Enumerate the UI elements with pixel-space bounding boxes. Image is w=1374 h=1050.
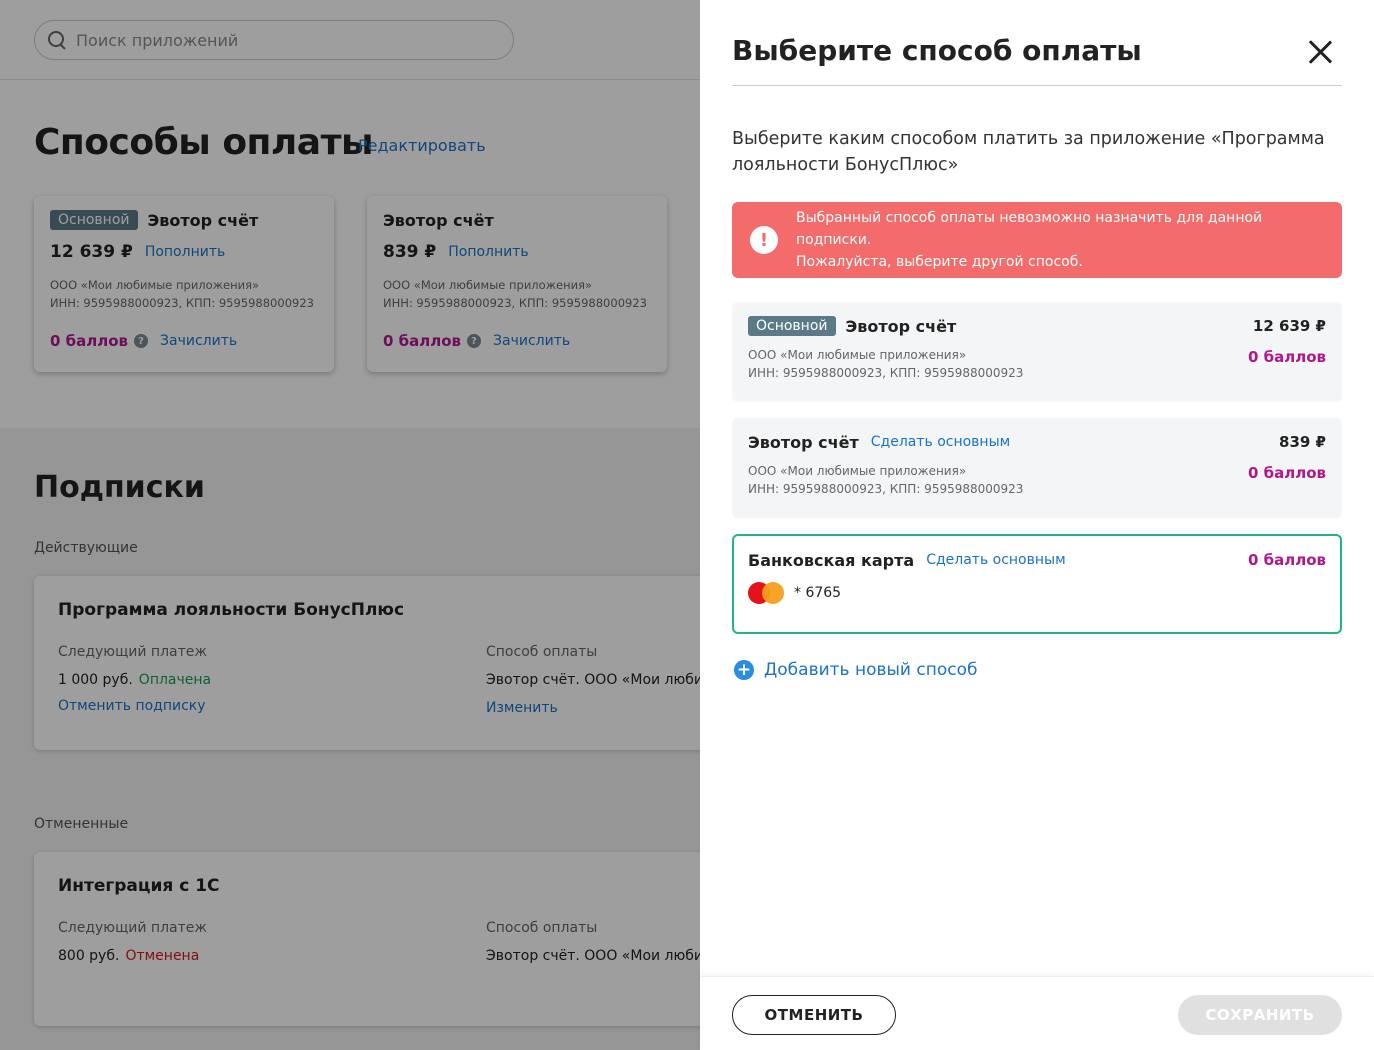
error-alert: ! Выбранный способ оплаты невозможно наз… xyxy=(732,202,1342,278)
add-new-method-label: Добавить новый способ xyxy=(764,660,978,680)
plus-circle-icon: + xyxy=(734,660,754,680)
option-points: 0 баллов xyxy=(1247,348,1326,366)
option-points: 0 баллов xyxy=(1247,551,1326,569)
option-points: 0 баллов xyxy=(1247,464,1326,482)
save-button[interactable]: СОХРАНИТЬ xyxy=(1178,995,1342,1035)
mastercard-icon xyxy=(748,582,784,604)
option-title: Эвотор счёт xyxy=(748,432,859,452)
org-name: ООО «Мои любимые приложения» xyxy=(748,464,967,478)
option-title: Банковская карта xyxy=(748,550,915,570)
exclamation-icon: ! xyxy=(750,226,778,254)
org-inn: ИНН: 9595988000923, КПП: 9595988000923 xyxy=(748,366,1024,380)
cancel-button[interactable]: ОТМЕНИТЬ xyxy=(732,995,896,1035)
payment-method-modal: Выберите способ оплаты Выберите каким сп… xyxy=(700,0,1374,1050)
modal-footer: ОТМЕНИТЬ СОХРАНИТЬ xyxy=(700,976,1374,1050)
alert-line-2: Пожалуйста, выберите другой способ. xyxy=(796,254,1083,270)
payment-option[interactable]: Эвотор счёт Сделать основным 839 ₽ ООО «… xyxy=(732,418,1342,518)
modal-title: Выберите способ оплаты xyxy=(732,34,1142,67)
modal-description: Выберите каким способом платить за прило… xyxy=(732,129,1325,175)
option-balance: 839 ₽ xyxy=(1279,433,1326,451)
make-main-link[interactable]: Сделать основным xyxy=(871,434,1010,450)
modal-backdrop[interactable] xyxy=(0,0,700,1050)
option-balance: 12 639 ₽ xyxy=(1252,317,1326,335)
org-name: ООО «Мои любимые приложения» xyxy=(748,348,967,362)
close-icon[interactable] xyxy=(1306,38,1334,66)
make-main-link[interactable]: Сделать основным xyxy=(926,552,1065,568)
main-badge: Основной xyxy=(748,316,836,336)
payment-option[interactable]: Основной Эвотор счёт 12 639 ₽ ООО «Мои л… xyxy=(732,302,1342,402)
alert-line-1: Выбранный способ оплаты невозможно назна… xyxy=(796,210,1263,248)
org-inn: ИНН: 9595988000923, КПП: 9595988000923 xyxy=(748,482,1024,496)
option-title: Эвотор счёт xyxy=(845,316,957,336)
add-new-method-button[interactable]: + Добавить новый способ xyxy=(734,660,977,680)
payment-option-selected[interactable]: Банковская карта Сделать основным 0 балл… xyxy=(732,534,1342,634)
card-number: * 6765 xyxy=(794,585,842,601)
divider xyxy=(732,85,1342,86)
